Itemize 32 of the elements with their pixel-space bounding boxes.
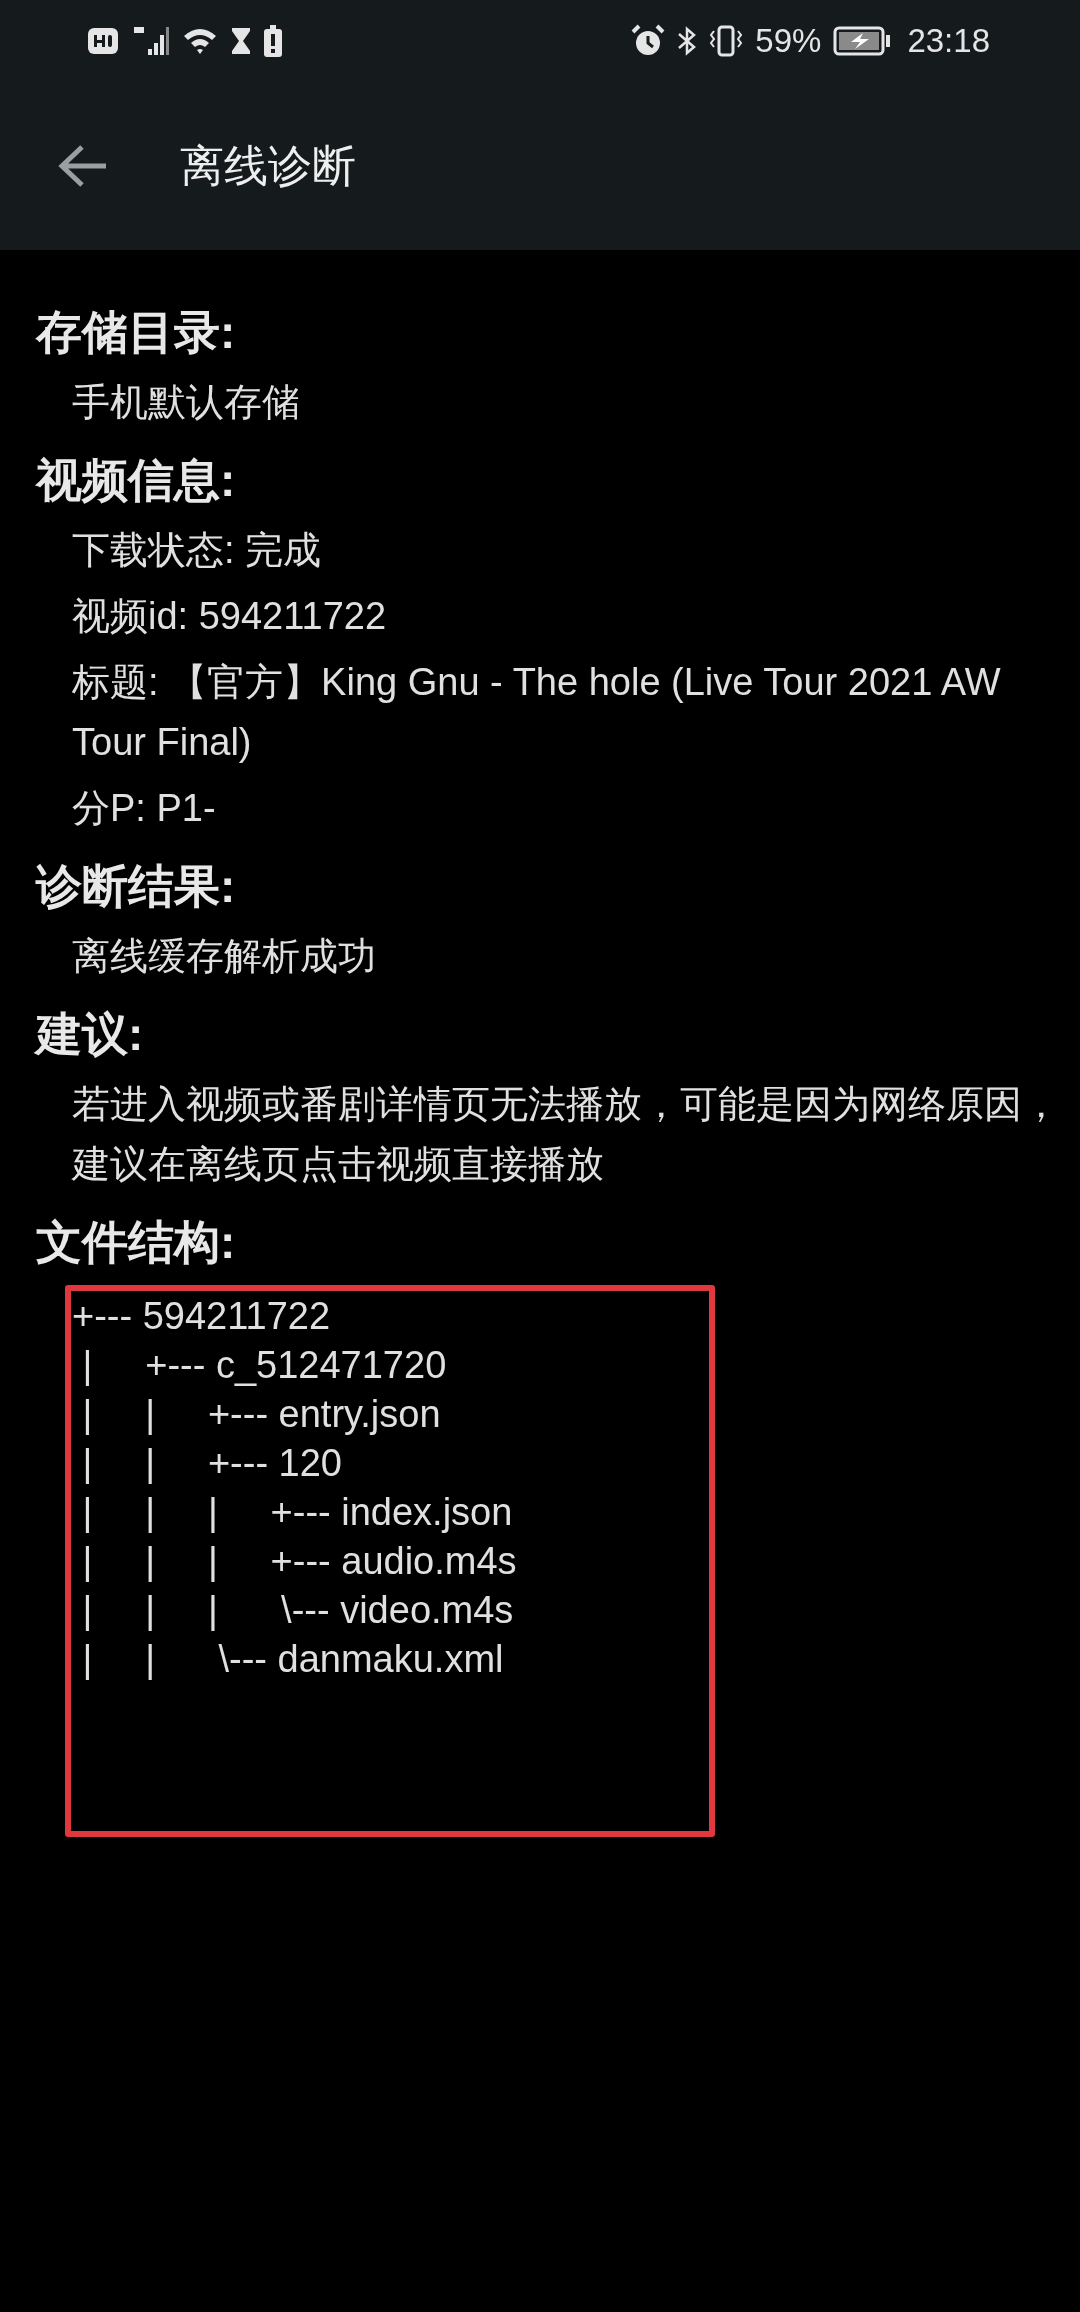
info-text: 视频id: 594211722 (72, 594, 388, 639)
section-heading: 文件结构: (36, 1215, 237, 1270)
info-text: 若进入视频或番剧详情页无法播放，可能是因为网络原因，建议在离线页点击视频直接播放 (72, 1082, 1061, 1187)
tree-line: | | | \--- video.m4s (81, 1588, 515, 1633)
battery-alert-icon (264, 25, 282, 57)
section-heading: 存储目录: (36, 305, 237, 360)
battery-percent: 59% (755, 21, 822, 62)
battery-charging-icon (833, 26, 892, 56)
wifi-icon (182, 26, 218, 56)
tree-line: | +--- c_512471720 (81, 1343, 448, 1388)
tree-line: | | +--- 120 (81, 1441, 343, 1486)
hourglass-icon (230, 26, 252, 56)
section-heading: 视频信息: (36, 453, 237, 508)
bluetooth-icon (677, 25, 698, 57)
clock-time: 23:18 (907, 21, 990, 62)
tree-line: | | | +--- index.json (81, 1490, 514, 1535)
vibrate-icon (709, 25, 744, 57)
page-title: 离线诊断 (180, 140, 356, 192)
tree-line: | | | +--- audio.m4s (81, 1539, 518, 1584)
tree-line: | | \--- danmaku.xml (81, 1637, 505, 1682)
tree-line: +--- 594211722 (72, 1294, 332, 1339)
info-text: 下载状态: 完成 (72, 528, 323, 573)
tree-line: | | +--- entry.json (81, 1392, 442, 1437)
info-text: 离线缓存解析成功 (72, 934, 377, 979)
info-text: 手机默认存储 (72, 380, 301, 425)
hd-icon (88, 28, 118, 54)
info-text: 标题: 【官方】King Gnu - The hole (Live Tour 2021 AW Tour Final) (72, 660, 1002, 765)
info-text: 分P: P1- (72, 786, 217, 831)
alarm-icon (631, 24, 666, 58)
section-heading: 诊断结果: (36, 859, 237, 914)
back-arrow-icon (58, 144, 108, 188)
section-heading: 建议: (36, 1007, 145, 1062)
